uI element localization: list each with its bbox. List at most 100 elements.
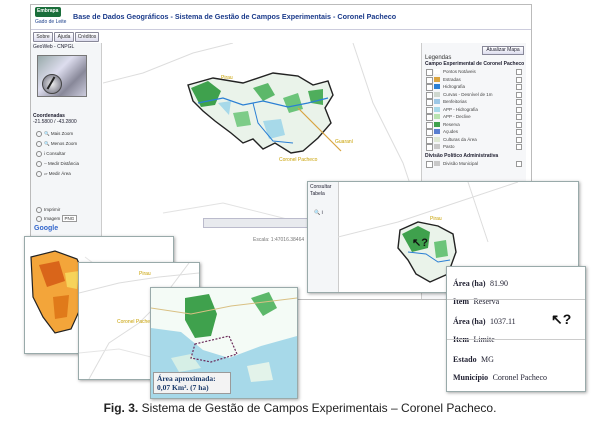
area-result-label: Área aproximada:: [157, 374, 216, 383]
legend-swatch: [434, 99, 440, 104]
legend-visibility-checkbox[interactable]: [516, 114, 522, 120]
overview-map[interactable]: [37, 55, 87, 97]
radio-consultar[interactable]: [36, 150, 42, 157]
radio-imagem[interactable]: [36, 215, 42, 222]
reserva-patch: [434, 240, 448, 258]
legend-item[interactable]: Benfeitorias: [426, 98, 522, 106]
legend-visibility-checkbox[interactable]: [516, 144, 522, 150]
tool-label: Medir Área: [48, 171, 71, 176]
info-record-2: Área (ha) 1037.11 Item Limite: [453, 311, 516, 347]
tool-consultar[interactable]: i Consultar: [36, 150, 66, 158]
legend-item-divisao-municipal[interactable]: Divisão Municipal: [426, 160, 522, 168]
legend-group-divisao: Divisão Político Administrativa: [425, 153, 499, 159]
legend-visibility-checkbox[interactable]: [516, 106, 522, 113]
consult-tool-icon[interactable]: 🔍 i: [314, 210, 323, 217]
radio-medir-distancia[interactable]: [36, 160, 42, 167]
legend-visibility-checkbox[interactable]: [516, 69, 522, 75]
tool-label: Consultar: [46, 151, 66, 156]
tool-mais-zoom[interactable]: 🔍 Mais Zoom: [36, 130, 73, 138]
estado-value: MG: [481, 355, 494, 364]
area-result-box: Área aproximada: 0,07 Km². (7 ha): [153, 372, 231, 394]
legend-label: Divisão Municipal: [443, 161, 479, 166]
legend-item[interactable]: Hidrografia: [426, 83, 522, 91]
info-record-1: Área (ha) 81.90 Item Reserva: [453, 273, 508, 309]
legend-item[interactable]: Estradas: [426, 76, 522, 84]
legend-visibility-checkbox[interactable]: [516, 91, 522, 98]
label-coronel-pacheco: Coronel Pacheco: [279, 157, 318, 163]
legend-item[interactable]: Açudes: [426, 128, 522, 136]
map-scale: Escala: 1:47016.38464: [253, 237, 305, 243]
legend-visibility-checkbox[interactable]: [516, 136, 522, 143]
legend-swatch: [434, 136, 440, 142]
orange-dark-patch: [53, 295, 69, 319]
radio-mais-zoom[interactable]: [36, 130, 42, 137]
polygon-icon: ▱: [44, 171, 48, 176]
coords-value: -21.5800 / -43.2800: [33, 119, 77, 125]
legend-item[interactable]: APP - Declive: [426, 113, 522, 121]
radio-menos-zoom[interactable]: [36, 140, 42, 147]
tool-label: Medir Distância: [47, 161, 79, 166]
creditos-button[interactable]: Créditos: [75, 32, 99, 42]
legend-visibility-checkbox[interactable]: [516, 99, 522, 105]
imagem-format-select[interactable]: PNG: [61, 215, 78, 222]
legend-visibility-checkbox[interactable]: [516, 76, 522, 83]
ajuda-button[interactable]: Ajuda: [54, 32, 74, 42]
legend-label: APP - Declive: [443, 114, 471, 119]
radio-medir-area[interactable]: [36, 170, 42, 177]
label-guarani: Guaraní: [335, 139, 354, 145]
overview-title: GeoWeb - CNPGL: [33, 44, 75, 50]
legend-label: APP - Hidrografia: [443, 106, 478, 112]
figure-number: Fig. 3.: [103, 401, 139, 415]
imagem-option[interactable]: Imagem PNG: [36, 215, 78, 223]
tool-label: Menos Zoom: [50, 141, 78, 146]
legend-swatch: [434, 144, 440, 149]
label-pirau: Pirau: [221, 75, 233, 81]
tool-medir-area[interactable]: ▱ Medir Área: [36, 170, 71, 178]
legend-item[interactable]: APP - Hidrografia: [426, 106, 522, 114]
legend-label: Estradas: [443, 76, 461, 82]
ruler-icon: ┄: [44, 161, 47, 166]
tool-menos-zoom[interactable]: 🔍 Menos Zoom: [36, 140, 77, 148]
legend-visibility-checkbox[interactable]: [516, 129, 522, 135]
area-measure-window: Área aproximada: 0,07 Km². (7 ha): [150, 287, 298, 399]
app-header: Embrapa Gado de Leite Base de Dados Geog…: [31, 5, 531, 30]
area-value: 81.90: [489, 279, 508, 288]
legend-swatch: [434, 84, 440, 89]
legend-swatch: [434, 114, 440, 119]
figure-caption: Fig. 3. Sistema de Gestão de Campos Expe…: [0, 401, 600, 415]
query-cursor-icon: ↖?: [551, 311, 572, 327]
legend-item[interactable]: Reserva: [426, 121, 522, 129]
info-icon: i: [44, 151, 45, 156]
label-pirau: Pirau: [139, 271, 151, 277]
legend-checkbox[interactable]: [426, 144, 433, 151]
legend-item[interactable]: Pontos Notáveis: [426, 68, 522, 76]
legend-visibility-checkbox[interactable]: [516, 161, 522, 167]
estado-label: Estado: [453, 355, 477, 364]
imprimir-option[interactable]: Imprimir: [36, 206, 60, 214]
area-result-value: 0,07 Km². (7 ha): [157, 383, 209, 392]
legend-visibility-checkbox[interactable]: [516, 121, 522, 128]
legend-item[interactable]: Pasto: [426, 143, 522, 151]
radio-imprimir[interactable]: [36, 206, 42, 213]
area-label: Área (ha): [453, 317, 486, 326]
municipio-label: Município: [453, 373, 489, 382]
municipio-value: Coronel Pacheco: [492, 373, 548, 382]
legend-item[interactable]: Culturas da Área: [426, 136, 522, 144]
sobre-button[interactable]: Sobre: [33, 32, 53, 42]
embrapa-logo: Embrapa: [35, 7, 61, 17]
legend-swatch: [434, 129, 440, 134]
legend-swatch: [434, 106, 440, 112]
road-line: [102, 42, 234, 84]
info-record-3: Estado MG Município Coronel Pacheco: [453, 349, 547, 385]
legend-checkbox[interactable]: [426, 161, 433, 168]
atualizar-mapa-button[interactable]: Atualizar Mapa: [482, 46, 524, 55]
legend-item[interactable]: Curvas - Desnível de 1m: [426, 91, 522, 99]
legend-visibility-checkbox[interactable]: [516, 84, 522, 90]
legend-label: Culturas da Área: [443, 136, 477, 142]
zoom-in-icon: 🔍: [44, 131, 50, 136]
legend-swatch: [434, 76, 440, 82]
legend-swatch: [434, 121, 440, 127]
tool-medir-distancia[interactable]: ┄ Medir Distância: [36, 160, 79, 168]
figure-caption-text: Sistema de Gestão de Campos Experimentai…: [138, 401, 497, 415]
google-label: Google: [34, 225, 59, 232]
